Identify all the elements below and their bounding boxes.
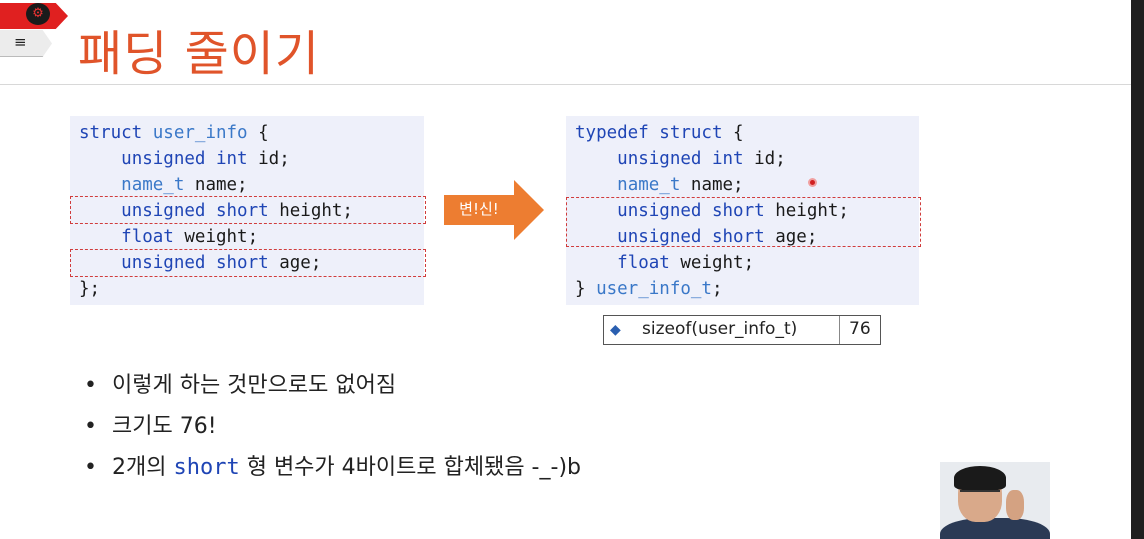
bullet-code: short bbox=[173, 455, 240, 480]
stack-icon: ≡ bbox=[14, 33, 27, 51]
code-token: }; bbox=[79, 279, 101, 299]
bullet-item: • 이렇게 하는 것만으로도 없어짐 bbox=[84, 373, 397, 398]
code-token: } bbox=[575, 279, 597, 299]
window-edge bbox=[1131, 0, 1144, 539]
code-token: { bbox=[247, 123, 269, 143]
bullet-text: 이렇게 하는 것만으로도 없어짐 bbox=[112, 373, 397, 398]
highlight-height-left bbox=[70, 196, 426, 224]
code-token: struct bbox=[79, 123, 153, 143]
code-token: float bbox=[617, 253, 670, 273]
bullet-text: 형 변수가 4바이트로 합체됐음 -_-)b bbox=[239, 455, 581, 480]
code-line: float weight; bbox=[575, 250, 919, 276]
tooltip-divider bbox=[839, 316, 840, 344]
cube-icon: ◆ bbox=[610, 322, 621, 338]
code-token: weight; bbox=[669, 253, 755, 273]
code-token: { bbox=[722, 123, 744, 143]
sizeof-value: 76 bbox=[849, 319, 871, 339]
code-line: unsigned int id; bbox=[575, 146, 919, 172]
code-token: user_info bbox=[152, 123, 248, 143]
code-token: id; bbox=[247, 149, 290, 169]
bullet-item: • 2개의 short 형 변수가 4바이트로 합체됐음 -_-)b bbox=[84, 455, 581, 480]
pointer-dot bbox=[808, 178, 817, 187]
sizeof-expression: sizeof(user_info_t) bbox=[642, 319, 798, 339]
bullet-item: • 크기도 76! bbox=[84, 414, 217, 439]
code-token: name_t bbox=[617, 175, 681, 195]
bullet-text: 2개의 bbox=[112, 455, 174, 480]
code-line: } user_info_t; bbox=[575, 276, 919, 302]
bullet-list: • 이렇게 하는 것만으로도 없어짐 • 크기도 76! • 2개의 short 형 … bbox=[84, 368, 581, 491]
brain-icon: ⚙ bbox=[26, 3, 50, 25]
code-token: weight; bbox=[173, 227, 259, 247]
title-divider bbox=[0, 84, 1131, 85]
code-line: }; bbox=[79, 276, 424, 302]
code-line: name_t name; bbox=[575, 172, 919, 198]
code-token: unsigned int bbox=[121, 149, 248, 169]
code-token: float bbox=[121, 227, 174, 247]
code-line: name_t name; bbox=[79, 172, 424, 198]
code-line: unsigned int id; bbox=[79, 146, 424, 172]
code-token: name; bbox=[680, 175, 744, 195]
highlight-shorts-right bbox=[566, 197, 921, 247]
code-token: ; bbox=[711, 279, 723, 299]
code-token: id; bbox=[743, 149, 786, 169]
bullet-text: 크기도 76! bbox=[112, 414, 217, 439]
code-line: float weight; bbox=[79, 224, 424, 250]
highlight-age-left bbox=[70, 249, 426, 277]
code-line: typedef struct { bbox=[575, 120, 919, 146]
code-line: struct user_info { bbox=[79, 120, 424, 146]
code-token: user_info_t bbox=[596, 279, 712, 299]
sizeof-tooltip: ◆ sizeof(user_info_t) 76 bbox=[603, 315, 881, 345]
presenter-webcam bbox=[940, 462, 1050, 539]
code-token: name_t bbox=[121, 175, 185, 195]
code-token: name; bbox=[184, 175, 248, 195]
code-token: typedef struct bbox=[575, 123, 723, 143]
slide-title: 패딩 줄이기 bbox=[78, 26, 321, 82]
arrow-label: 변!신! bbox=[459, 200, 499, 218]
slide: ⚙ ≡ 패딩 줄이기 struct user_info { unsigned i… bbox=[0, 0, 1131, 539]
code-token: unsigned int bbox=[617, 149, 744, 169]
